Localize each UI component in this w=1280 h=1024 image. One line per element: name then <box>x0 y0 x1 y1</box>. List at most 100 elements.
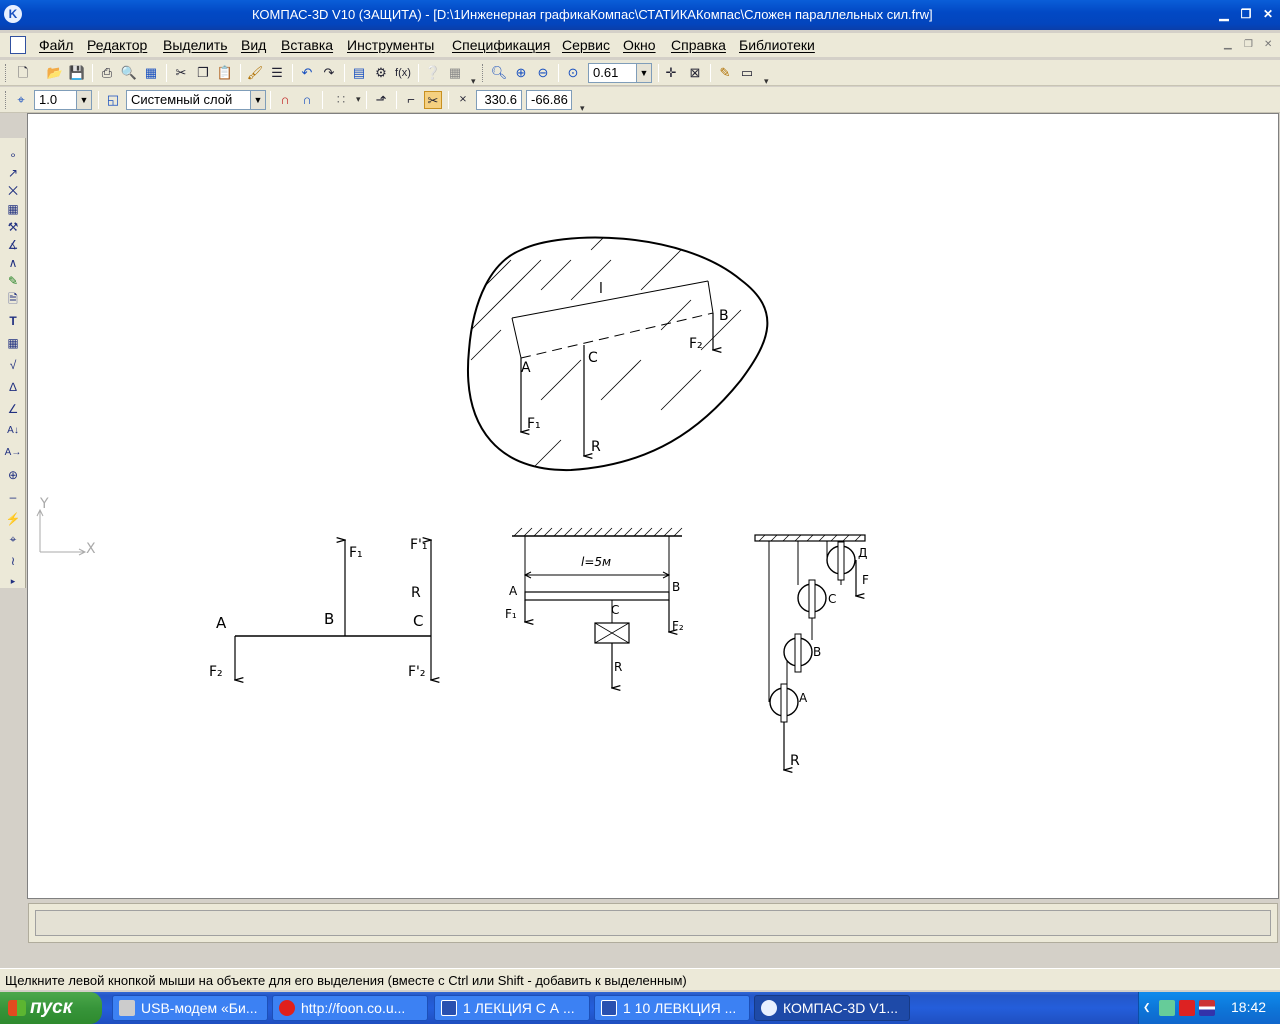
task-kompas[interactable]: КОМПАС-3D V1... <box>754 995 910 1021</box>
roughness-icon[interactable]: √ <box>4 356 22 374</box>
figure-beam-forces[interactable]: A B C F₁ F'₁ R F'₂ F₂ <box>209 537 431 680</box>
leader-icon[interactable]: ∠ <box>4 400 22 418</box>
print-icon[interactable]: ⎙ <box>98 64 116 82</box>
variables-icon[interactable]: f(x) <box>394 64 412 82</box>
window-title-bar[interactable]: K КОМПАС-3D V10 (ЗАЩИТА) - [D:\1Инженерн… <box>0 0 1280 30</box>
menu-tools[interactable]: Инструменты <box>347 37 434 53</box>
view-window-icon[interactable]: ▭ <box>738 64 756 82</box>
edit-icon[interactable]: ⚒ <box>4 218 22 236</box>
menu-insert[interactable]: Вставка <box>281 37 333 53</box>
mdi-minimize-icon[interactable]: ▁ <box>1224 39 1232 50</box>
menu-window[interactable]: Окно <box>623 37 656 53</box>
calculator-icon[interactable]: ▦ <box>446 64 464 82</box>
parametrization-icon[interactable]: ▦ <box>4 200 22 218</box>
kompas-app-icon[interactable]: K <box>4 5 22 23</box>
drawing-canvas[interactable]: Y X l A B C F₁ F₂ R A B C F₁ F'₁ R F'₂ F… <box>27 113 1279 899</box>
property-panel-area[interactable] <box>35 910 1271 936</box>
toolbar-grip[interactable] <box>482 64 485 82</box>
task-word-lecture-2[interactable]: 1 10 ЛЕВКЦИЯ ... <box>594 995 750 1021</box>
paste-icon[interactable]: 📋 <box>216 64 234 82</box>
zoom-icon[interactable]: 🔍︎ <box>490 64 508 82</box>
select-icon[interactable]: ∧ <box>4 254 22 272</box>
menu-editor[interactable]: Редактор <box>87 37 147 53</box>
report-icon[interactable]: 🗎 <box>4 290 22 308</box>
table-icon[interactable]: ▦ <box>4 334 22 352</box>
menu-service[interactable]: Сервис <box>562 37 610 53</box>
zoom-in-icon[interactable]: ⊕ <box>512 64 530 82</box>
snap-icon[interactable]: ∩ <box>276 91 294 109</box>
zoom-scale-icon[interactable]: ⊙ <box>564 64 582 82</box>
task-usb-modem[interactable]: USB-модем «Би... <box>112 995 268 1021</box>
redo-icon[interactable]: ↷ <box>320 64 338 82</box>
open-icon[interactable]: 📂 <box>46 64 64 82</box>
show-all-icon[interactable]: ⊠ <box>686 64 704 82</box>
task-opera[interactable]: http://foon.co.u... <box>272 995 428 1021</box>
wave-line-icon[interactable]: ⚡ <box>4 510 22 528</box>
save-icon[interactable]: 💾 <box>68 64 86 82</box>
local-snap-icon[interactable]: ∩ <box>298 91 316 109</box>
layer-dropdown-icon[interactable]: ▼ <box>250 90 266 110</box>
network-icon[interactable] <box>1159 1000 1175 1016</box>
round-mode-icon[interactable]: ✂ <box>424 91 442 109</box>
menu-help[interactable]: Справка <box>671 37 726 53</box>
language-flag-icon[interactable] <box>1199 1000 1215 1016</box>
new-document-icon[interactable]: 🗋 <box>14 64 32 82</box>
zoom-scale-field[interactable]: 0.61 <box>588 63 638 83</box>
break-line-icon[interactable]: ≀ <box>4 552 22 570</box>
cut-icon[interactable]: ✂ <box>172 64 190 82</box>
cursor-step-icon[interactable]: ⌖ <box>12 91 30 109</box>
local-cs-icon[interactable]: ⬏ <box>372 91 390 109</box>
text-icon[interactable]: T <box>4 312 22 330</box>
zoom-dropdown-icon[interactable]: ▼ <box>636 63 652 83</box>
help-pointer-icon[interactable]: ❔ <box>424 64 442 82</box>
mdi-close-icon[interactable]: ✕ <box>1264 39 1272 50</box>
close-icon[interactable]: ✕ <box>1260 6 1276 22</box>
ortho-icon[interactable]: ⌐ <box>402 91 420 109</box>
figure-pulley-system[interactable]: Д F C B A R <box>754 534 869 770</box>
coord-y-field[interactable]: -66.86 <box>526 90 572 110</box>
coord-x-field[interactable]: 330.6 <box>476 90 522 110</box>
minimize-icon[interactable]: ▁ <box>1216 6 1232 22</box>
step-dropdown-icon[interactable]: ▼ <box>76 90 92 110</box>
position-icon[interactable]: A↓ <box>4 422 22 440</box>
step-field[interactable]: 1.0 <box>34 90 82 110</box>
properties-icon[interactable]: ☰ <box>268 64 286 82</box>
grid-dropdown-icon[interactable]: ▾ <box>356 94 361 105</box>
antivirus-icon[interactable] <box>1179 1000 1195 1016</box>
print-setup-icon[interactable]: ▦ <box>142 64 160 82</box>
undo-icon[interactable]: ↶ <box>298 64 316 82</box>
tolerance-icon[interactable]: ⊕ <box>4 466 22 484</box>
view-arrow-icon[interactable]: A→ <box>4 444 22 462</box>
dimensions-icon[interactable]: ↗ <box>4 164 22 182</box>
tray-expand-icon[interactable]: ❮ <box>1143 1002 1153 1014</box>
refresh-icon[interactable]: ✎ <box>716 64 734 82</box>
pan-icon[interactable]: ✛ <box>662 64 680 82</box>
mdi-restore-icon[interactable]: ❐ <box>1244 39 1253 50</box>
restore-icon[interactable]: ❐ <box>1238 6 1254 22</box>
library-icon[interactable]: ⚙ <box>372 64 390 82</box>
symbols-icon[interactable]: ⨉ <box>4 182 22 200</box>
start-button[interactable]: пуск <box>0 992 102 1024</box>
format-painter-icon[interactable]: 🖌 <box>246 64 264 82</box>
geometry-icon[interactable]: ∘ <box>4 146 22 164</box>
axis-line-icon[interactable]: ‒ <box>4 488 22 506</box>
toolbar-grip[interactable] <box>5 64 8 82</box>
spec-icon[interactable]: ✎ <box>4 272 22 290</box>
copy-icon[interactable]: ❐ <box>194 64 212 82</box>
grid-icon[interactable]: ∷ <box>332 91 350 109</box>
task-word-lecture-1[interactable]: 1 ЛЕКЦИЯ С А ... <box>434 995 590 1021</box>
toolbar-overflow-icon[interactable]: ▾ <box>471 76 476 87</box>
panel-overflow-icon[interactable]: ▸ <box>4 572 22 590</box>
menu-select[interactable]: Выделить <box>163 37 228 53</box>
zoom-out-icon[interactable]: ⊖ <box>534 64 552 82</box>
menu-file[interactable]: Файл <box>39 37 73 53</box>
figure-suspended-beam[interactable]: l=5м A B C F₁ F₂ R <box>505 527 684 688</box>
menu-view[interactable]: Вид <box>241 37 266 53</box>
menu-libraries[interactable]: Библиотеки <box>739 37 815 53</box>
manager-icon[interactable]: ▤ <box>350 64 368 82</box>
print-preview-icon[interactable]: 🔍 <box>120 64 138 82</box>
base-icon[interactable]: ∆ <box>4 378 22 396</box>
figure-rigid-body[interactable]: l A B C F₁ F₂ R <box>467 220 769 472</box>
toolbar-overflow-icon[interactable]: ▾ <box>764 76 769 87</box>
layer-field[interactable]: Системный слой <box>126 90 254 110</box>
